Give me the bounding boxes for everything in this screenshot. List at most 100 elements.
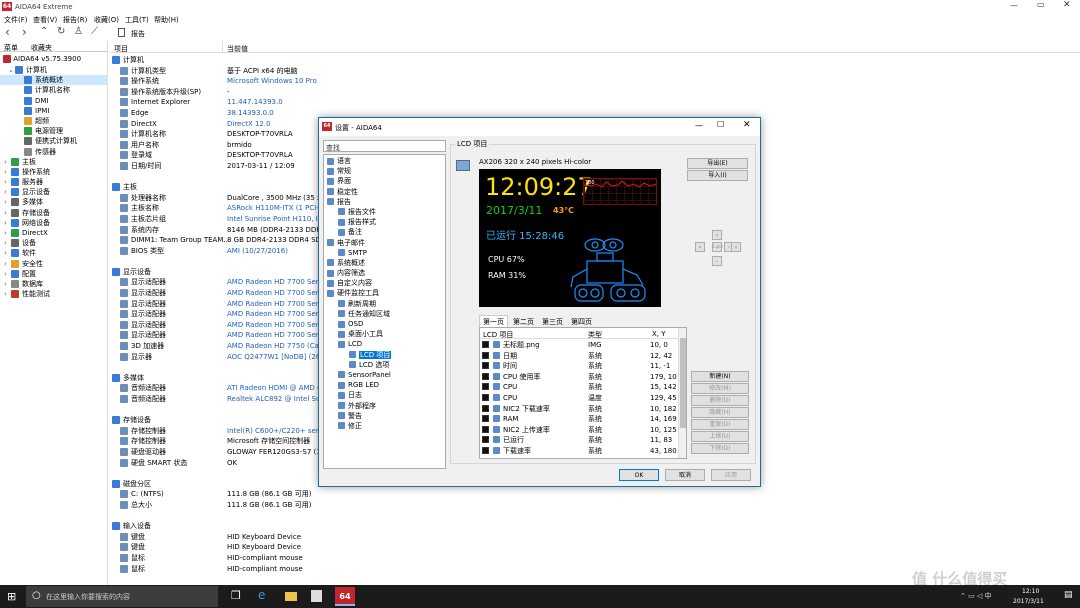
settings-tree-item[interactable]: RGB LED <box>324 380 445 390</box>
taskbar-search[interactable]: ○ 在这里输入你要搜索的内容 <box>26 586 218 607</box>
row-checkbox[interactable] <box>482 362 489 370</box>
start-icon[interactable]: ⊞ <box>7 590 16 603</box>
action-button-1[interactable]: 修改(M) <box>691 383 749 394</box>
forward-icon[interactable]: › <box>22 25 27 39</box>
action-button-5[interactable]: 上移(U) <box>691 431 749 442</box>
section-header[interactable]: 输入设备 <box>110 521 1080 532</box>
settings-tree-item[interactable]: 电子邮件 <box>324 238 445 248</box>
import-button[interactable]: 导入(I) <box>687 170 748 181</box>
row-checkbox[interactable] <box>482 404 489 412</box>
menu-view[interactable]: 查看(V) <box>33 15 57 25</box>
minimize-button[interactable]: — <box>1010 1 1018 10</box>
report-button[interactable]: 报告 <box>131 29 145 39</box>
back-icon[interactable]: ‹ <box>5 25 10 39</box>
tray-icons[interactable]: ⌃ ▭ ◁ 中 <box>960 591 992 601</box>
nav-item[interactable]: 电源管理 <box>0 126 108 136</box>
action-button-0[interactable]: 新建(N) <box>691 371 749 382</box>
apply-button[interactable]: 应用 <box>711 469 751 481</box>
dialog-close-button[interactable]: ✕ <box>743 120 751 130</box>
nav-item[interactable]: 超频 <box>0 116 108 126</box>
table-row[interactable]: 日期 系统 12, 42 <box>480 351 678 362</box>
collapse-icon[interactable]: › <box>4 218 11 228</box>
maximize-button[interactable]: ▭ <box>1037 0 1045 9</box>
collapse-icon[interactable]: › <box>4 259 11 269</box>
col-type[interactable]: 类型 <box>588 330 602 340</box>
table-row[interactable]: 下载速率 系统 43, 180 <box>480 446 678 457</box>
column-value[interactable]: 当前值 <box>227 44 248 54</box>
row-checkbox[interactable] <box>482 415 489 423</box>
nav-item[interactable]: ⌄ 计算机 <box>0 65 108 75</box>
settings-tree-item[interactable]: 报告 <box>324 197 445 207</box>
file-explorer-icon[interactable] <box>285 592 297 601</box>
collapse-icon[interactable]: › <box>4 228 11 238</box>
nav-item[interactable]: 传感器 <box>0 147 108 157</box>
table-row[interactable]: 时间 系统 11, -1 <box>480 361 678 372</box>
dialog-minimize-button[interactable]: — <box>695 121 703 130</box>
user-icon[interactable]: ♙ <box>74 26 83 37</box>
settings-tree-item[interactable]: LCD 项目 <box>324 350 445 360</box>
nav-item[interactable]: › 操作系统 <box>0 167 108 177</box>
settings-tree-item[interactable]: 自定义内容 <box>324 278 445 288</box>
nav-item[interactable]: › 安全性 <box>0 259 108 269</box>
nav-item[interactable]: 系统概述 <box>0 75 108 86</box>
detail-row[interactable]: 操作系统 Microsoft Windows 10 Pro <box>110 76 1080 87</box>
menu-file[interactable]: 文件(F) <box>4 15 28 25</box>
settings-tree-item[interactable]: SensorPanel <box>324 370 445 380</box>
row-checkbox[interactable] <box>482 383 489 391</box>
nav-item[interactable]: › 性能测试 <box>0 289 108 299</box>
settings-tree-item[interactable]: LCD 选项 <box>324 360 445 370</box>
settings-tree-item[interactable]: 外部程序 <box>324 401 445 411</box>
settings-tree-item[interactable]: 任务通知区域 <box>324 309 445 319</box>
settings-tree-item[interactable]: 语言 <box>324 156 445 166</box>
col-xy[interactable]: X, Y <box>652 330 666 338</box>
nudge-up-fast-button[interactable]: « <box>712 230 722 240</box>
nav-item[interactable]: › 设备 <box>0 238 108 248</box>
nav-root[interactable]: AIDA64 v5.75.3900 <box>3 55 81 63</box>
collapse-icon[interactable]: › <box>4 177 11 187</box>
table-row[interactable]: CPU 使用率 系统 179, 10 <box>480 372 678 383</box>
collapse-icon[interactable]: › <box>4 248 11 258</box>
nav-item[interactable]: › DirectX <box>0 228 108 238</box>
table-row[interactable]: CPU 系统 15, 142 <box>480 382 678 393</box>
clock-time[interactable]: 12:10 <box>1022 588 1039 595</box>
collapse-icon[interactable]: › <box>4 269 11 279</box>
table-scrollbar[interactable] <box>678 328 686 458</box>
detail-row[interactable]: 计算机类型 基于 ACPI x64 的电脑 <box>110 66 1080 77</box>
row-checkbox[interactable] <box>482 393 489 401</box>
search-input[interactable]: 查找 <box>323 140 446 152</box>
settings-tree-item[interactable]: 警告 <box>324 411 445 421</box>
settings-tree-item[interactable]: 硬件监控工具 <box>324 288 445 298</box>
settings-tree-item[interactable]: 常规 <box>324 166 445 176</box>
col-lcd-item[interactable]: LCD 项目 <box>483 330 513 340</box>
cancel-button[interactable]: 取消 <box>665 469 705 481</box>
store-icon[interactable] <box>311 590 322 602</box>
expand-icon[interactable]: ⌄ <box>8 65 15 75</box>
settings-tree-item[interactable]: 备注 <box>324 227 445 237</box>
row-checkbox[interactable] <box>482 436 489 444</box>
nav-item[interactable]: › 显示设备 <box>0 187 108 197</box>
nav-item[interactable]: DMI <box>0 96 108 106</box>
row-checkbox[interactable] <box>482 341 489 348</box>
close-button[interactable]: ✕ <box>1063 0 1071 10</box>
nav-item[interactable]: IPMI <box>0 106 108 116</box>
detail-row[interactable]: Internet Explorer 11.447.14393.0 <box>110 97 1080 108</box>
collapse-icon[interactable]: › <box>4 187 11 197</box>
nudge-down-button[interactable]: › <box>712 256 722 266</box>
settings-tree-item[interactable]: 日志 <box>324 390 445 400</box>
scrollbar-thumb[interactable] <box>680 338 686 428</box>
table-row[interactable]: NIC2 下载速率 系统 10, 182 <box>480 404 678 415</box>
action-button-3[interactable]: 隐藏(H) <box>691 407 749 418</box>
refresh-icon[interactable]: ↻ <box>57 26 65 37</box>
row-checkbox[interactable] <box>482 425 489 433</box>
table-row[interactable]: RAM 系统 14, 169 <box>480 414 678 425</box>
settings-tree-item[interactable]: LCD <box>324 339 445 349</box>
notification-icon[interactable]: ▤ <box>1064 590 1073 600</box>
settings-tree-item[interactable]: OSD <box>324 319 445 329</box>
dialog-maximize-button[interactable]: ☐ <box>717 120 724 129</box>
settings-tree-item[interactable]: 报告样式 <box>324 217 445 227</box>
nav-item[interactable]: 计算机名称 <box>0 85 108 95</box>
nav-item[interactable]: › 服务器 <box>0 177 108 187</box>
nudge-right-fast-button[interactable]: » <box>731 242 741 252</box>
nav-item[interactable]: 便携式计算机 <box>0 136 108 146</box>
export-button[interactable]: 导出(E) <box>687 158 748 169</box>
